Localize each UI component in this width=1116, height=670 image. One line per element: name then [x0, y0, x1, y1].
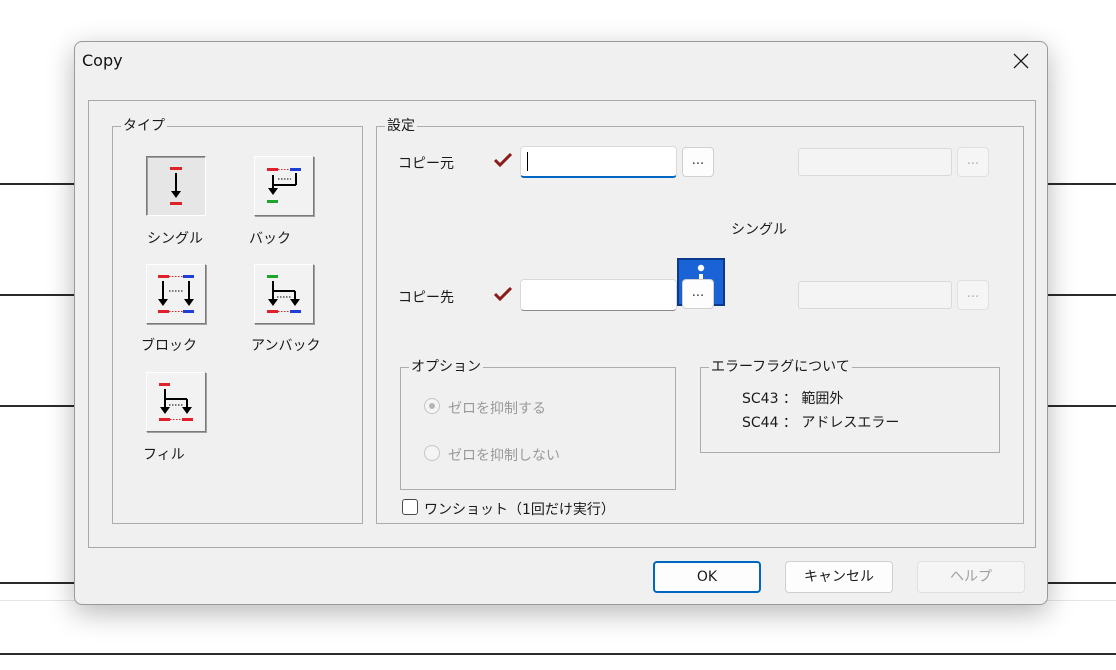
dest-check-icon	[493, 286, 513, 302]
source-extra-browse-button: ...	[957, 147, 989, 177]
type-fill-button[interactable]	[146, 372, 206, 432]
one-shot-label: ワンショット（1回だけ実行）	[424, 502, 615, 518]
close-button[interactable]	[1001, 46, 1041, 76]
help-button: ヘルプ	[917, 561, 1025, 593]
error-flag-line: SC43 ： 範囲外	[742, 391, 844, 407]
mode-label: シングル	[731, 222, 787, 238]
ok-button[interactable]: OK	[653, 561, 761, 593]
source-input[interactable]	[520, 146, 677, 178]
cancel-button[interactable]: キャンセル	[785, 561, 893, 593]
dest-extra-browse-button: ...	[957, 280, 989, 310]
dest-label: コピー先	[398, 290, 454, 306]
back-copy-icon	[267, 168, 301, 203]
source-browse-button[interactable]: ...	[682, 147, 714, 177]
suppress-zero-label: ゼロを抑制する	[448, 401, 546, 417]
unback-copy-icon	[267, 275, 301, 313]
suppress-zero-radio[interactable]	[424, 398, 440, 414]
error-flags-group: エラーフラグについて SC43 ： 範囲外 SC44 ： アドレスエラー	[700, 359, 1000, 453]
content-frame: タイプ シングル バック ブロック アンバック フィル 設定 コピー元 ... …	[88, 100, 1036, 548]
type-single-button[interactable]	[146, 156, 206, 216]
type-single-label: シングル	[147, 231, 203, 247]
source-check-icon	[493, 152, 513, 168]
settings-group-legend: 設定	[385, 118, 417, 134]
type-back-button[interactable]	[254, 156, 314, 216]
one-shot-checkbox[interactable]	[402, 499, 418, 515]
type-unback-button[interactable]	[254, 264, 314, 324]
close-icon	[1013, 53, 1029, 69]
copy-dialog: Copy タイプ シングル バック ブロック アンバック フィル 設定 コピー元…	[74, 41, 1048, 605]
dest-extra-input	[798, 281, 952, 309]
no-suppress-zero-label: ゼロを抑制しない	[448, 448, 560, 464]
options-group: オプション ゼロを抑制する ゼロを抑制しない	[400, 359, 676, 490]
type-fill-label: フィル	[143, 447, 185, 463]
type-block-button[interactable]	[146, 264, 206, 324]
options-group-legend: オプション	[409, 359, 483, 375]
type-group: タイプ シングル バック ブロック アンバック フィル	[112, 118, 363, 524]
single-copy-icon	[170, 167, 182, 205]
no-suppress-zero-radio[interactable]	[424, 445, 440, 461]
type-block-label: ブロック	[141, 338, 197, 354]
block-copy-icon	[158, 275, 194, 313]
type-group-legend: タイプ	[121, 118, 167, 134]
title-bar: Copy	[75, 42, 1047, 80]
error-flags-legend: エラーフラグについて	[709, 359, 852, 375]
dialog-title: Copy	[82, 51, 123, 70]
text-caret	[527, 152, 528, 171]
fill-copy-icon	[159, 383, 193, 421]
type-back-label: バック	[249, 231, 291, 247]
source-extra-input	[798, 148, 952, 176]
error-flag-line: SC44 ： アドレスエラー	[742, 415, 900, 431]
dest-browse-button[interactable]: ...	[682, 279, 714, 309]
type-unback-label: アンバック	[251, 338, 321, 354]
dest-input[interactable]	[520, 279, 677, 311]
source-label: コピー元	[398, 156, 454, 172]
